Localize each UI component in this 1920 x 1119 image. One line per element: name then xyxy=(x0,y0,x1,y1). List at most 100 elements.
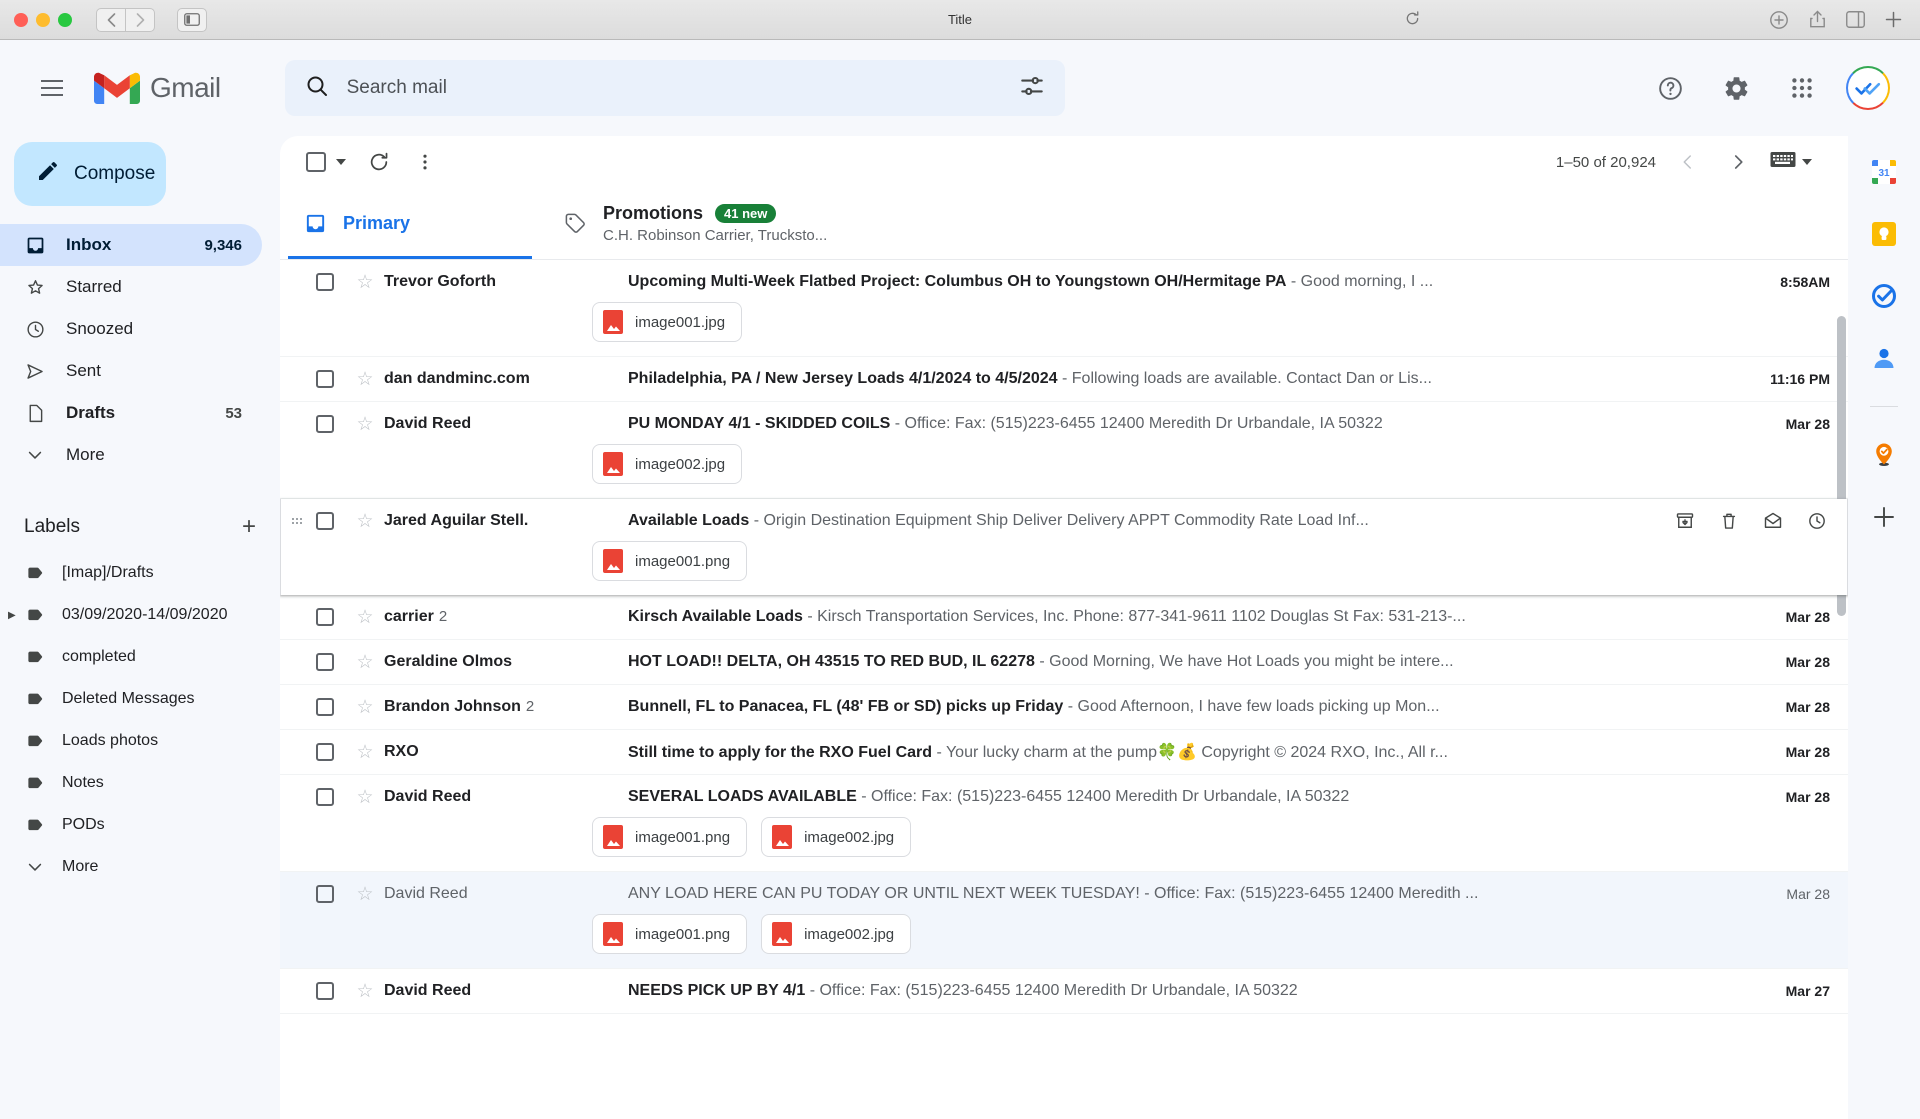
refresh-button[interactable] xyxy=(358,141,400,183)
row-checkbox[interactable] xyxy=(304,370,346,388)
main-menu-icon[interactable] xyxy=(28,64,76,112)
attachment-chip[interactable]: image002.jpg xyxy=(592,444,743,484)
compose-button[interactable]: Compose xyxy=(14,142,166,206)
star-icon[interactable]: ☆ xyxy=(346,606,384,629)
next-page-button[interactable] xyxy=(1720,144,1756,180)
table-row[interactable]: ☆ dan dandminc.com Philadelphia, PA / Ne… xyxy=(280,357,1848,402)
label-item-loads-photos[interactable]: Loads photos xyxy=(0,720,262,762)
table-row[interactable]: ☆ David Reed NEEDS PICK UP BY 4/1 - Offi… xyxy=(280,969,1848,1014)
attachment-chip[interactable]: image001.jpg xyxy=(592,302,743,342)
table-row[interactable]: ☆ carrier 2 Kirsch Available Loads - Kirs… xyxy=(280,595,1848,640)
row-checkbox[interactable] xyxy=(304,512,346,530)
star-icon[interactable]: ☆ xyxy=(346,510,384,533)
table-row[interactable]: ☆ Brandon Johnson 2 Bunnell, FL to Panace… xyxy=(280,685,1848,730)
google-calendar-icon[interactable]: 31 xyxy=(1870,158,1898,186)
google-contacts-icon[interactable] xyxy=(1870,344,1898,372)
table-row[interactable]: ☆ David Reed ANY LOAD HERE CAN PU TODAY … xyxy=(280,872,1848,969)
share-icon[interactable] xyxy=(1804,8,1830,32)
tab-promotions[interactable]: Promotions 41 new C.H. Robinson Carrier,… xyxy=(540,188,960,259)
reload-icon[interactable] xyxy=(1405,11,1420,29)
table-row[interactable]: ☆ Jared Aguilar Stell. Available Loads -… xyxy=(280,499,1848,595)
more-options-button[interactable] xyxy=(404,141,446,183)
google-maps-icon[interactable] xyxy=(1870,441,1898,469)
email-list[interactable]: ☆ Trevor Goforth Upcoming Multi-Week Fla… xyxy=(280,260,1848,1119)
expand-label-icon[interactable]: ▶ xyxy=(8,610,16,621)
label-item-imap-drafts[interactable]: [Imap]/Drafts xyxy=(0,552,262,594)
row-checkbox[interactable] xyxy=(304,698,346,716)
attachment-chip[interactable]: image001.png xyxy=(592,541,748,581)
sidebar-item-starred[interactable]: Starred xyxy=(0,266,262,308)
sidebar-item-snoozed[interactable]: Snoozed xyxy=(0,308,262,350)
row-checkbox[interactable] xyxy=(304,415,346,433)
row-checkbox[interactable] xyxy=(304,982,346,1000)
tag-icon xyxy=(24,816,46,835)
star-icon[interactable]: ☆ xyxy=(346,413,384,436)
sidebar-item-sent[interactable]: Sent xyxy=(0,350,262,392)
sidebar-item-more[interactable]: More xyxy=(0,434,262,476)
table-row[interactable]: ☆ Trevor Goforth Upcoming Multi-Week Fla… xyxy=(280,260,1848,357)
label-item-completed[interactable]: completed xyxy=(0,636,262,678)
add-icon[interactable] xyxy=(1870,503,1898,531)
gmail-logo[interactable]: Gmail xyxy=(94,71,221,106)
drag-handle-icon[interactable] xyxy=(290,518,304,524)
maximize-window-button[interactable] xyxy=(58,12,72,27)
new-tab-icon[interactable] xyxy=(1880,8,1906,32)
back-button[interactable] xyxy=(96,7,126,32)
labels-more-button[interactable]: More xyxy=(0,846,262,888)
sidebar-toggle-icon[interactable] xyxy=(177,7,207,32)
star-icon[interactable]: ☆ xyxy=(346,696,384,719)
row-checkbox[interactable] xyxy=(304,885,346,903)
label-item-notes[interactable]: Notes xyxy=(0,762,262,804)
star-icon[interactable]: ☆ xyxy=(346,368,384,391)
apps-grid-icon[interactable] xyxy=(1780,66,1824,110)
new-tab-overview-icon[interactable] xyxy=(1842,8,1868,32)
attachment-chip[interactable]: image002.jpg xyxy=(761,914,912,954)
table-row[interactable]: ☆ Geraldine Olmos HOT LOAD!! DELTA, OH 4… xyxy=(280,640,1848,685)
trash-icon[interactable] xyxy=(1716,508,1742,534)
avatar[interactable] xyxy=(1846,66,1890,110)
search-options-icon[interactable] xyxy=(1019,73,1045,104)
star-icon[interactable]: ☆ xyxy=(346,741,384,764)
attachment-chip[interactable]: image001.png xyxy=(592,817,748,857)
row-checkbox[interactable] xyxy=(304,273,346,291)
table-row[interactable]: ☆ David Reed PU MONDAY 4/1 - SKIDDED COI… xyxy=(280,402,1848,499)
google-tasks-icon[interactable] xyxy=(1870,282,1898,310)
input-tools-control[interactable] xyxy=(1770,150,1812,174)
label-item-date-range[interactable]: ▶ 03/09/2020-14/09/2020 xyxy=(0,594,262,636)
attachment-chip[interactable]: image001.png xyxy=(592,914,748,954)
select-menu-icon[interactable] xyxy=(328,159,354,165)
close-window-button[interactable] xyxy=(14,12,28,27)
google-keep-icon[interactable] xyxy=(1870,220,1898,248)
snooze-icon[interactable] xyxy=(1804,508,1830,534)
star-icon[interactable]: ☆ xyxy=(346,980,384,1003)
add-label-button[interactable]: + xyxy=(242,515,256,539)
select-all-checkbox[interactable] xyxy=(306,152,326,172)
tab-primary[interactable]: Primary xyxy=(280,188,540,259)
label-item-pods[interactable]: PODs xyxy=(0,804,262,846)
row-checkbox[interactable] xyxy=(304,743,346,761)
extensions-icon[interactable] xyxy=(1766,8,1792,32)
star-icon[interactable]: ☆ xyxy=(346,883,384,906)
star-icon[interactable]: ☆ xyxy=(346,786,384,809)
row-checkbox[interactable] xyxy=(304,608,346,626)
archive-icon[interactable] xyxy=(1672,508,1698,534)
gear-icon[interactable] xyxy=(1714,66,1758,110)
sidebar-item-drafts[interactable]: Drafts 53 xyxy=(0,392,262,434)
previous-page-button[interactable] xyxy=(1670,144,1706,180)
row-checkbox[interactable] xyxy=(304,653,346,671)
attachment-chip[interactable]: image002.jpg xyxy=(761,817,912,857)
label-item-deleted-messages[interactable]: Deleted Messages xyxy=(0,678,262,720)
search-input[interactable] xyxy=(346,77,1001,99)
star-icon[interactable]: ☆ xyxy=(346,651,384,674)
minimize-window-button[interactable] xyxy=(36,12,50,27)
search-box[interactable] xyxy=(284,60,1065,116)
table-row[interactable]: ☆ David Reed SEVERAL LOADS AVAILABLE - O… xyxy=(280,775,1848,872)
mark-unread-icon[interactable] xyxy=(1760,508,1786,534)
row-checkbox[interactable] xyxy=(304,788,346,806)
sidebar-item-inbox[interactable]: Inbox 9,346 xyxy=(0,224,262,266)
table-row[interactable]: ☆ RXO Still time to apply for the RXO Fu… xyxy=(280,730,1848,775)
forward-button[interactable] xyxy=(125,7,155,32)
help-icon[interactable] xyxy=(1648,66,1692,110)
select-all-control[interactable] xyxy=(298,152,354,172)
star-icon[interactable]: ☆ xyxy=(346,271,384,294)
